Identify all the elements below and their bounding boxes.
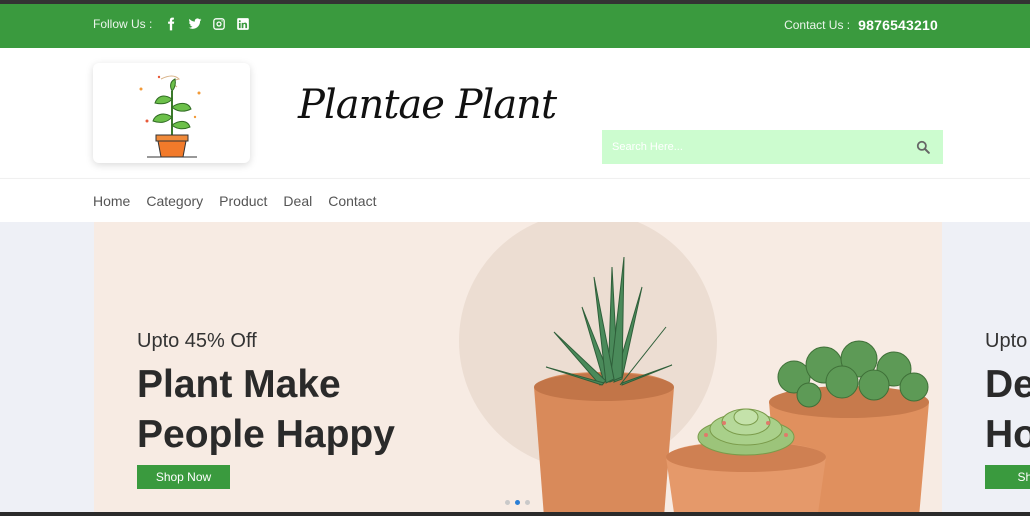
nav-item-category[interactable]: Category [146, 193, 203, 209]
brand-name: Plantae Plant [298, 82, 557, 128]
nav-item-home[interactable]: Home [93, 193, 130, 209]
succulent-pots-image [534, 256, 929, 512]
main-nav: Home Category Product Deal Contact [0, 178, 1030, 222]
search-button[interactable] [903, 130, 943, 164]
nav-item-deal[interactable]: Deal [283, 193, 312, 209]
hero-slide: Upto 45% Off Plant Make People Happy Sho… [94, 222, 942, 512]
slide-title-line-2: People Happy [137, 413, 395, 456]
contact-us: Contact Us : 9876543210 [784, 17, 938, 33]
next-slide-peek: Upto De Ho Shop [942, 222, 1030, 512]
next-slide-title-line-2: Ho [985, 413, 1030, 456]
linkedin-icon[interactable] [236, 17, 250, 31]
contact-phone-link[interactable]: 9876543210 [858, 17, 938, 33]
search-bar [602, 130, 943, 164]
facebook-icon[interactable] [164, 17, 178, 31]
shop-now-button[interactable]: Shop Now [137, 465, 230, 489]
logo[interactable] [93, 63, 250, 163]
search-input[interactable] [602, 130, 903, 164]
search-icon [916, 140, 930, 154]
potted-plant-logo-icon [139, 75, 201, 158]
hero-slider: Upto 45% Off Plant Make People Happy Sho… [0, 222, 1030, 512]
slider-dot-2[interactable] [515, 500, 520, 505]
follow-us: Follow Us : [93, 17, 250, 31]
instagram-icon[interactable] [212, 17, 226, 31]
slide-subtitle: Upto 45% Off [137, 330, 257, 352]
slide-title: Plant Make People Happy [137, 360, 477, 460]
nav-item-contact[interactable]: Contact [328, 193, 376, 209]
slide-title-line-1: Plant Make [137, 363, 341, 406]
nav-item-product[interactable]: Product [219, 193, 267, 209]
window-bottom-edge [0, 512, 1030, 516]
slider-dot-3[interactable] [525, 500, 530, 505]
twitter-icon[interactable] [188, 17, 202, 31]
site-header: Plantae Plant [0, 48, 1030, 178]
top-bar: Follow Us : Contact Us : 9876543210 [0, 4, 1030, 48]
next-slide-button[interactable]: Shop [985, 465, 1030, 489]
next-slide-title-line-1: De [985, 363, 1030, 406]
follow-us-label: Follow Us : [93, 17, 153, 31]
next-slide-title: De Ho [985, 360, 1030, 460]
next-slide-subtitle: Upto [985, 330, 1028, 352]
slider-dots [505, 500, 530, 505]
contact-us-label: Contact Us : [784, 18, 851, 32]
slider-dot-1[interactable] [505, 500, 510, 505]
